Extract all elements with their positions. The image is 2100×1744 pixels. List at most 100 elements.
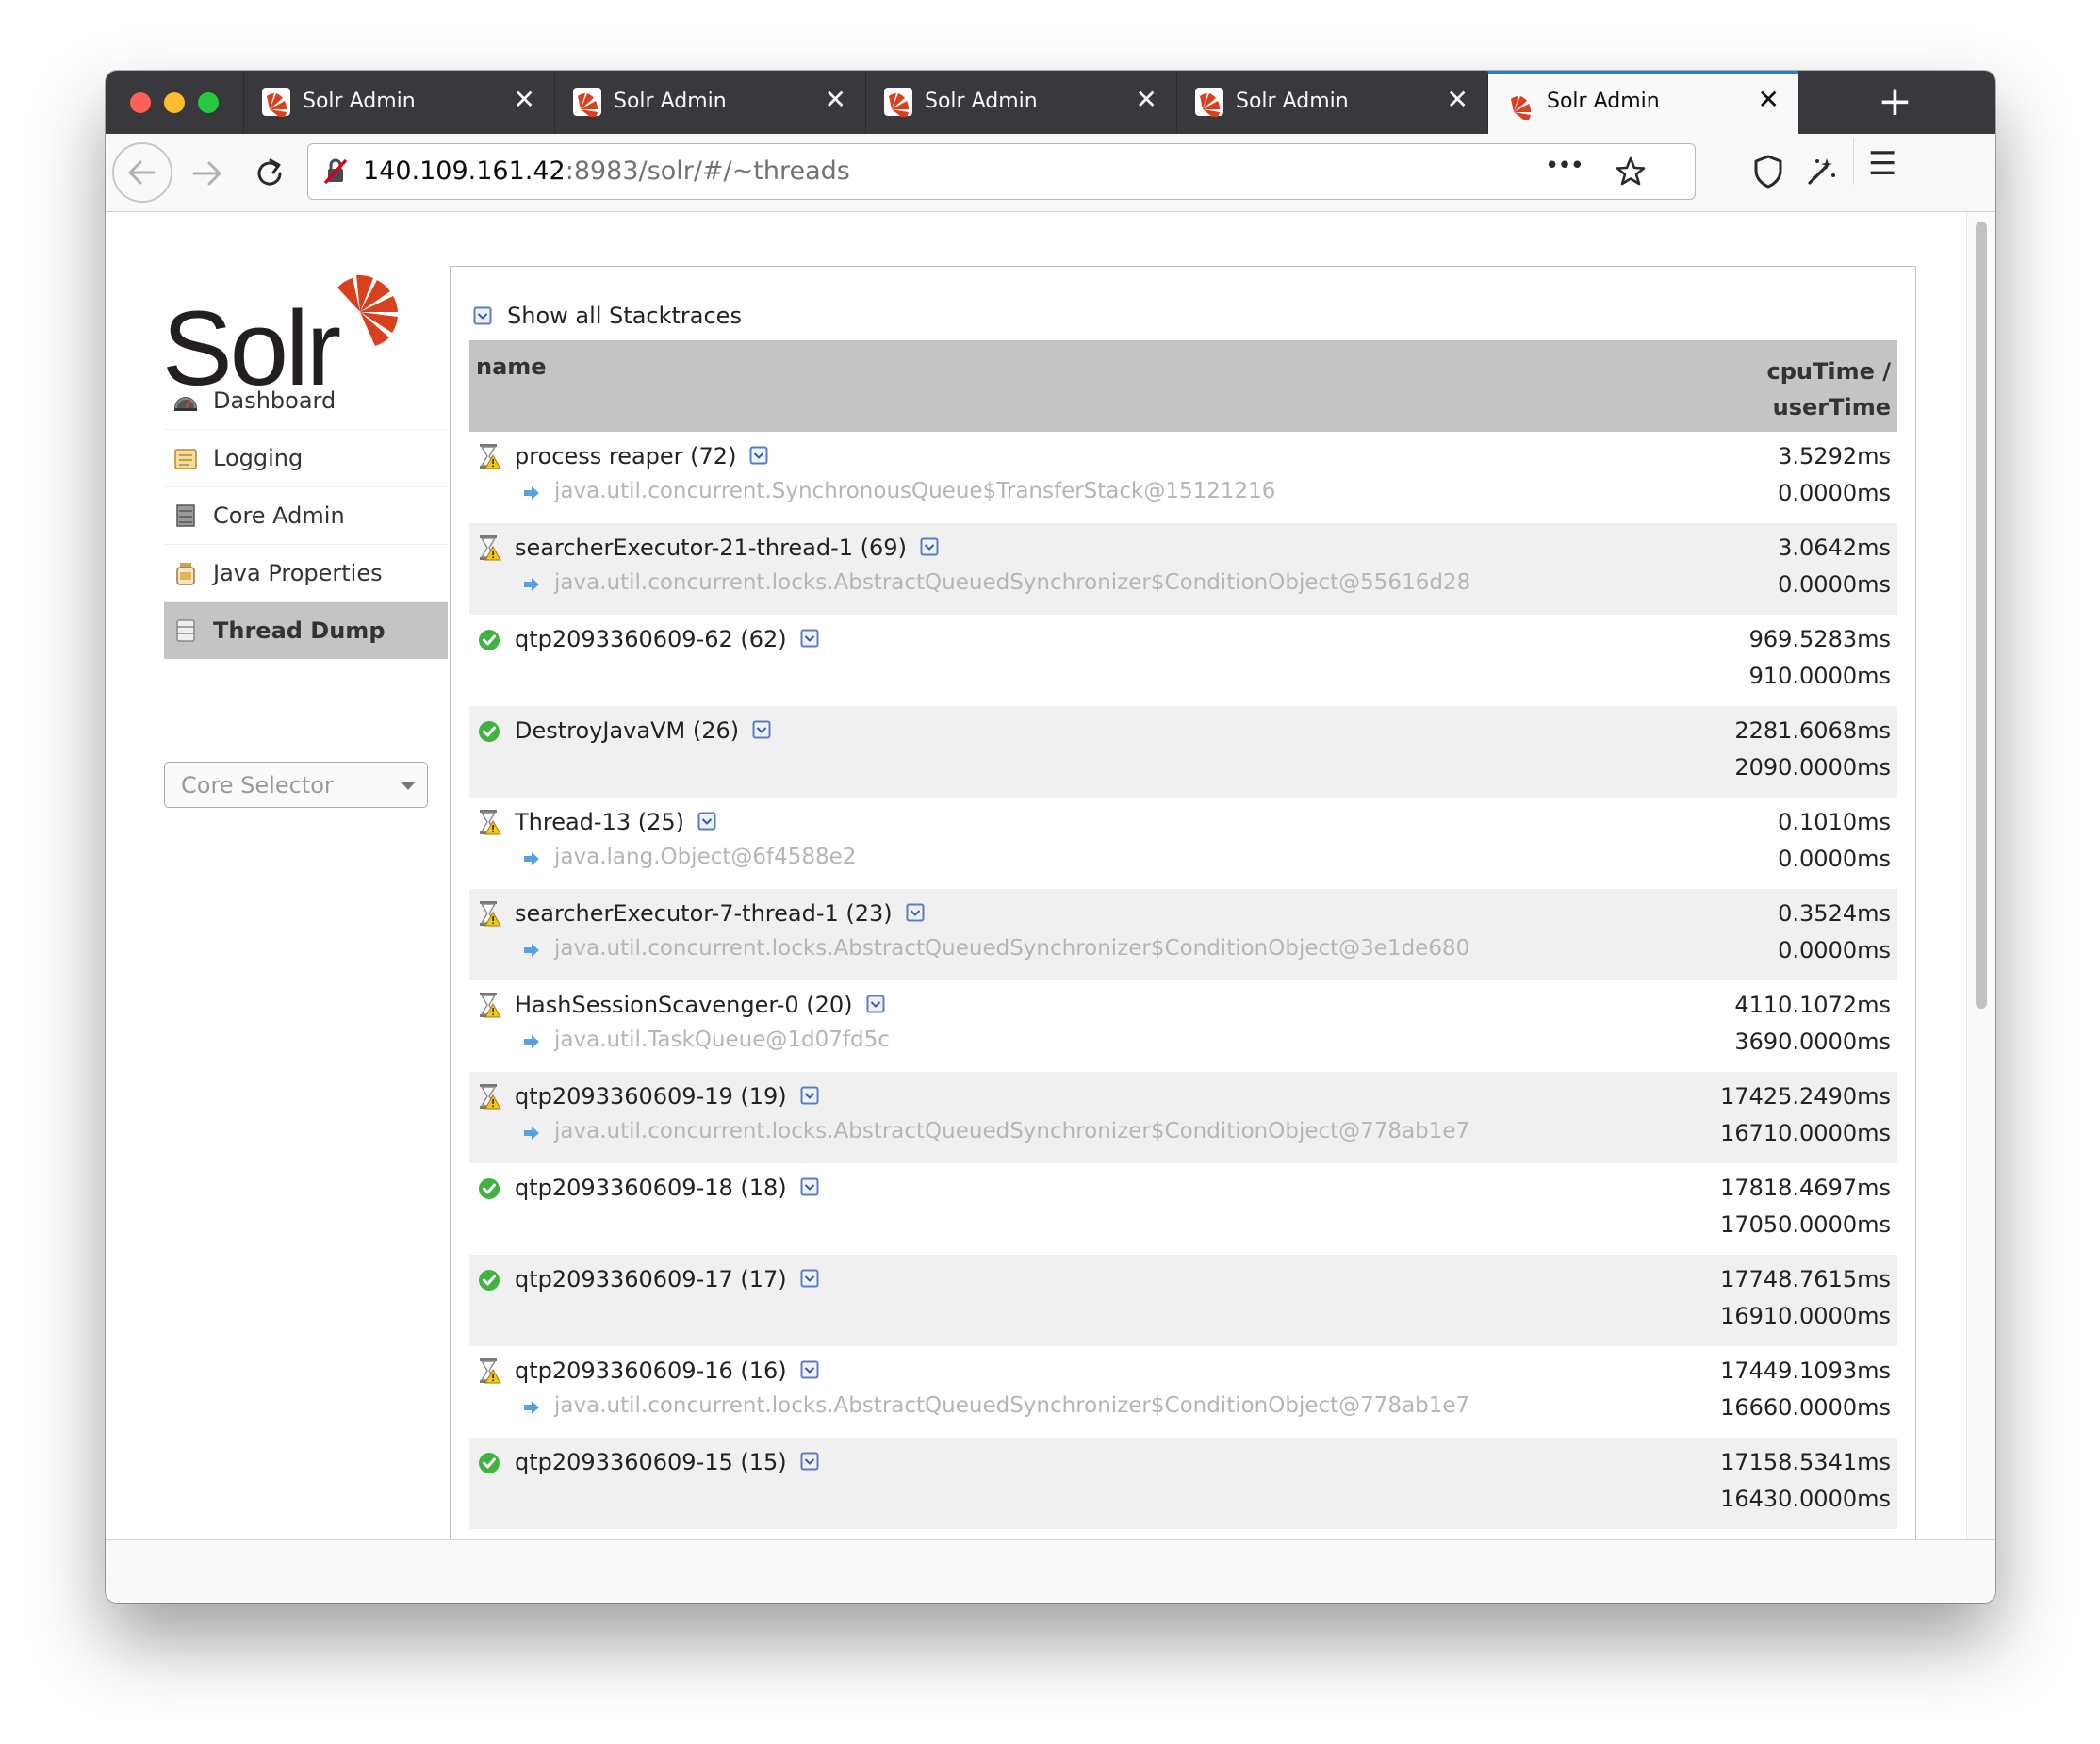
- lock-object: java.util.concurrent.locks.AbstractQueue…: [554, 1393, 1470, 1418]
- new-tab-button[interactable]: +: [1878, 78, 1912, 125]
- thread-name[interactable]: qtp2093360609-17 (17): [515, 1266, 787, 1292]
- expand-toggle-icon: [473, 306, 492, 325]
- lock-arrow-icon: [524, 578, 539, 591]
- expand-stacktrace-icon[interactable]: [800, 629, 819, 648]
- lock-arrow-icon: [524, 1401, 539, 1414]
- hamburger-menu-icon[interactable]: ☰: [1868, 145, 1896, 183]
- thread-name[interactable]: qtp2093360609-16 (16): [515, 1357, 787, 1384]
- browser-tab[interactable]: Solr Admin ✕: [1176, 71, 1487, 134]
- browser-tab[interactable]: Solr Admin ✕: [554, 71, 865, 134]
- cpu-time: 3.0642ms: [1778, 535, 1891, 561]
- expand-stacktrace-icon[interactable]: [749, 446, 768, 465]
- forward-button[interactable]: [187, 153, 228, 194]
- expand-stacktrace-icon[interactable]: [800, 1177, 819, 1196]
- thread-name[interactable]: qtp2093360609-19 (19): [515, 1083, 787, 1110]
- expand-stacktrace-icon[interactable]: [920, 537, 939, 556]
- tab-close-icon[interactable]: ✕: [514, 84, 535, 116]
- user-time: 0.0000ms: [1778, 937, 1891, 963]
- thread-name[interactable]: searcherExecutor-21-thread-1 (69): [515, 535, 907, 561]
- bookmark-star-icon[interactable]: [1615, 156, 1647, 188]
- sidebar-item-label: Core Admin: [213, 502, 345, 529]
- sidebar-item-core-admin[interactable]: Core Admin: [164, 487, 448, 545]
- expand-stacktrace-icon[interactable]: [800, 1086, 819, 1105]
- thread-row: qtp2093360609-16 (16) java.util.concurren…: [469, 1346, 1897, 1438]
- thread-row: searcherExecutor-21-thread-1 (69) java.ut…: [469, 523, 1897, 615]
- insecure-connection-icon[interactable]: [321, 157, 350, 186]
- browser-tab[interactable]: Solr Admin ✕: [1487, 71, 1798, 134]
- lock-object: java.util.concurrent.locks.AbstractQueue…: [554, 936, 1470, 961]
- back-arrow-icon: [128, 160, 156, 185]
- navigation-toolbar: 140.109.161.42:8983/solr/#/~threads ••• …: [106, 134, 1995, 212]
- expand-stacktrace-icon[interactable]: [800, 1360, 819, 1379]
- thread-name[interactable]: searcherExecutor-7-thread-1 (23): [515, 900, 893, 927]
- expand-stacktrace-icon[interactable]: [800, 1269, 819, 1288]
- thread-name[interactable]: qtp2093360609-62 (62): [515, 626, 787, 652]
- thread-waiting-icon: [480, 1358, 501, 1384]
- close-window-button[interactable]: [130, 92, 151, 113]
- expand-stacktrace-icon[interactable]: [866, 995, 885, 1013]
- user-time: 0.0000ms: [1778, 480, 1891, 506]
- lock-object: java.lang.Object@6f4588e2: [554, 845, 857, 869]
- reload-button[interactable]: [249, 153, 290, 194]
- page-actions-icon[interactable]: •••: [1545, 152, 1584, 180]
- url-text[interactable]: 140.109.161.42:8983/solr/#/~threads: [363, 156, 850, 186]
- thread-waiting-icon: [480, 535, 501, 561]
- thread-name[interactable]: qtp2093360609-18 (18): [515, 1175, 787, 1201]
- zoom-window-button[interactable]: [198, 92, 219, 113]
- thread-name[interactable]: HashSessionScavenger-0 (20): [515, 992, 853, 1018]
- cpu-time: 17748.7615ms: [1720, 1266, 1891, 1292]
- shield-icon[interactable]: [1749, 153, 1787, 190]
- thread-running-icon: [479, 1178, 500, 1199]
- sidebar-item-java-properties[interactable]: Java Properties: [164, 545, 448, 602]
- browser-window: Solr Admin ✕ Solr Admin ✕ Solr Admin ✕ Solr Ad…: [106, 71, 1995, 1603]
- user-time: 0.0000ms: [1778, 571, 1891, 598]
- tab-title: Solr Admin: [303, 90, 416, 113]
- extension-icon[interactable]: [1802, 153, 1840, 190]
- user-time: 17050.0000ms: [1720, 1211, 1891, 1238]
- minimize-window-button[interactable]: [164, 92, 185, 113]
- address-bar[interactable]: 140.109.161.42:8983/solr/#/~threads •••: [307, 143, 1696, 200]
- tab-close-icon[interactable]: ✕: [1136, 84, 1157, 116]
- sidebar-item-dashboard[interactable]: Dashboard: [164, 372, 448, 430]
- cpu-time: 17158.5341ms: [1720, 1449, 1891, 1475]
- tab-close-icon[interactable]: ✕: [1758, 84, 1780, 116]
- tab-close-icon[interactable]: ✕: [825, 84, 846, 116]
- toolbar-separator: [1853, 138, 1854, 185]
- scrollbar-thumb[interactable]: [1976, 222, 1987, 1009]
- browser-tab[interactable]: Solr Admin ✕: [243, 71, 554, 134]
- thread-name[interactable]: Thread-13 (25): [515, 809, 684, 835]
- thread-name[interactable]: qtp2093360609-15 (15): [515, 1449, 787, 1475]
- thread-row: HashSessionScavenger-0 (20) java.util.Tas…: [469, 980, 1897, 1072]
- thread-row: qtp2093360609-15 (15) 17158.5341ms 16430.0…: [469, 1438, 1897, 1529]
- tab-strip: Solr Admin ✕ Solr Admin ✕ Solr Admin ✕ Solr Ad…: [106, 71, 1995, 134]
- sidebar-item-logging[interactable]: Logging: [164, 430, 448, 487]
- thread-row: process reaper (72) java.util.concurrent.…: [469, 432, 1897, 523]
- solr-favicon-icon: [884, 88, 912, 117]
- browser-tab[interactable]: Solr Admin ✕: [865, 71, 1176, 134]
- thread-name[interactable]: process reaper (72): [515, 443, 736, 469]
- thread-name[interactable]: DestroyJavaVM (26): [515, 717, 739, 744]
- expand-stacktrace-icon[interactable]: [752, 720, 771, 739]
- thread-waiting-icon: [480, 993, 501, 1018]
- thread-row: qtp2093360609-17 (17) 17748.7615ms 16910.0…: [469, 1255, 1897, 1346]
- back-button[interactable]: [112, 142, 172, 203]
- expand-stacktrace-icon[interactable]: [697, 812, 716, 831]
- thread-waiting-icon: [480, 901, 501, 927]
- lock-arrow-icon: [524, 944, 539, 957]
- dropdown-arrow-icon: [401, 782, 416, 790]
- expand-stacktrace-icon[interactable]: [800, 1452, 819, 1471]
- core-admin-icon: [176, 504, 195, 527]
- tab-title: Solr Admin: [1236, 90, 1349, 113]
- thread-running-icon: [479, 1270, 500, 1291]
- solr-favicon-icon: [262, 88, 290, 117]
- vertical-scrollbar[interactable]: [1966, 212, 1995, 1539]
- sidebar-item-thread-dump[interactable]: Thread Dump: [164, 602, 448, 659]
- core-selector-dropdown[interactable]: Core Selector: [164, 762, 428, 808]
- cpu-time: 3.5292ms: [1778, 443, 1891, 469]
- solr-favicon-icon: [1195, 88, 1223, 117]
- column-header-usertime: userTime: [1772, 394, 1891, 420]
- column-header-time: cpuTime / userTime: [1767, 354, 1892, 425]
- threads-table-header: name cpuTime / userTime: [469, 340, 1897, 432]
- tab-close-icon[interactable]: ✕: [1447, 84, 1468, 116]
- expand-stacktrace-icon[interactable]: [906, 903, 925, 922]
